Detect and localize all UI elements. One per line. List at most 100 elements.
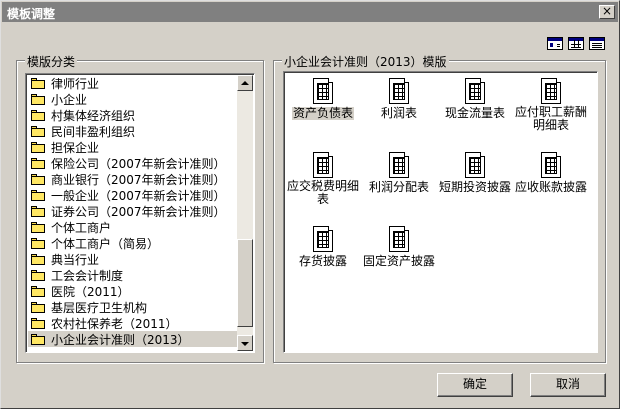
template-item-label: 利润分配表: [368, 180, 429, 194]
large-icons-view-icon[interactable]: [547, 37, 563, 50]
title-bar: 模板调整 ×: [2, 2, 618, 22]
category-item-label: 民间非盈利组织: [51, 124, 136, 139]
view-mode-toolbar: [547, 37, 605, 50]
category-item[interactable]: 个体工商户: [28, 219, 237, 235]
folder-icon: [31, 77, 45, 89]
folder-icon: [31, 301, 45, 313]
scroll-thumb[interactable]: [237, 239, 253, 327]
category-item[interactable]: 农村社保养老（2011）: [28, 315, 237, 331]
category-item[interactable]: 村集体经济组织: [28, 107, 237, 123]
category-item[interactable]: 商业银行（2007年新会计准则）: [28, 171, 237, 187]
folder-icon: [31, 173, 45, 185]
template-item-label: 应收账款披露: [514, 180, 587, 194]
arrow-down-icon: [241, 342, 249, 346]
template-item-label: 利润表: [380, 106, 417, 120]
template-adjust-dialog: 模板调整 × 模版分类 律师行业 小企业 村集体经济组织 民间非盈利组织 担保企业 保险公…: [0, 0, 620, 409]
template-item[interactable]: 利润表: [360, 78, 438, 120]
category-item-label: 担保企业: [51, 140, 100, 155]
category-item[interactable]: 小企业: [28, 91, 237, 107]
template-item[interactable]: 资产负债表: [284, 78, 362, 120]
scroll-up-button[interactable]: [237, 75, 253, 91]
template-item-label: 短期投资披露: [438, 180, 511, 194]
folder-icon: [31, 93, 45, 105]
template-item-label: 现金流量表: [444, 106, 505, 120]
spreadsheet-document-icon: [541, 78, 561, 104]
template-item-label: 固定资产披露: [362, 254, 435, 268]
category-item[interactable]: 民间非盈利组织: [28, 123, 237, 139]
template-item[interactable]: 应交税费明细表: [284, 152, 362, 206]
folder-icon: [31, 221, 45, 233]
close-button[interactable]: ×: [599, 5, 615, 19]
arrow-up-icon: [241, 81, 249, 85]
category-item[interactable]: 典当行业: [28, 251, 237, 267]
category-item-label: 个体工商户: [51, 220, 112, 235]
spreadsheet-document-icon: [313, 78, 333, 104]
spreadsheet-document-icon: [313, 152, 333, 178]
category-item-label: 医院（2011）: [51, 284, 130, 299]
folder-icon: [31, 189, 45, 201]
category-item-label: 工会会计制度: [51, 268, 124, 283]
category-item[interactable]: 保险公司（2007年新会计准则）: [28, 155, 237, 171]
spreadsheet-document-icon: [541, 152, 561, 178]
template-item-label: 应付职工薪酬明细表: [514, 105, 587, 132]
category-item[interactable]: 证券公司（2007年新会计准则）: [28, 203, 237, 219]
template-item[interactable]: 利润分配表: [360, 152, 438, 194]
category-item[interactable]: 担保企业: [28, 139, 237, 155]
category-item[interactable]: 律师行业: [28, 75, 237, 91]
folder-icon: [31, 125, 45, 137]
category-item-label: 基层医疗卫生机构: [51, 300, 148, 315]
category-item[interactable]: 工会会计制度: [28, 267, 237, 283]
folder-icon: [31, 285, 45, 297]
category-item-label: 个体工商户（简易）: [51, 236, 160, 251]
template-item[interactable]: 存货披露: [284, 226, 362, 268]
category-item-label: 商业银行（2007年新会计准则）: [51, 172, 226, 187]
category-item-label: 保险公司（2007年新会计准则）: [51, 156, 226, 171]
small-icons-view-icon[interactable]: [568, 37, 584, 50]
folder-icon: [31, 317, 45, 329]
category-item[interactable]: 小企业会计准则（2013）: [28, 331, 237, 347]
category-item-label: 村集体经济组织: [51, 108, 136, 123]
category-item-label: 律师行业: [51, 76, 100, 91]
details-view-icon[interactable]: [589, 37, 605, 50]
folder-icon: [31, 269, 45, 281]
folder-icon: [31, 205, 45, 217]
category-item-label: 典当行业: [51, 252, 100, 267]
category-item[interactable]: 基层医疗卫生机构: [28, 299, 237, 315]
template-item-label: 应交税费明细表: [286, 179, 359, 206]
template-item[interactable]: 短期投资披露: [436, 152, 514, 194]
template-item[interactable]: 应付职工薪酬明细表: [512, 78, 590, 132]
category-scrollbar[interactable]: [237, 75, 253, 351]
category-item[interactable]: 一般企业（2007年新会计准则）: [28, 187, 237, 203]
folder-icon: [31, 157, 45, 169]
template-item-label: 存货披露: [298, 254, 347, 268]
folder-icon: [31, 109, 45, 121]
spreadsheet-document-icon: [313, 226, 333, 252]
template-item[interactable]: 固定资产披露: [360, 226, 438, 268]
category-item-label: 小企业会计准则（2013）: [51, 332, 190, 347]
spreadsheet-document-icon: [389, 226, 409, 252]
scroll-down-button[interactable]: [237, 335, 253, 351]
template-item[interactable]: 应收账款披露: [512, 152, 590, 194]
category-item[interactable]: 个体工商户（简易）: [28, 235, 237, 251]
category-item[interactable]: 医院（2011）: [28, 283, 237, 299]
window-title: 模板调整: [7, 7, 56, 21]
template-list[interactable]: 资产负债表 利润表 现金流量表 应付职工薪酬明细表应交税费明细表 利润分配表 短期投资披露…: [283, 71, 598, 353]
folder-icon: [31, 253, 45, 265]
ok-button[interactable]: 确定: [437, 373, 513, 397]
spreadsheet-document-icon: [389, 78, 409, 104]
category-item-label: 证券公司（2007年新会计准则）: [51, 204, 226, 219]
category-item-label: 农村社保养老（2011）: [51, 316, 178, 331]
spreadsheet-document-icon: [465, 78, 485, 104]
template-group-label: 小企业会计准则（2013）模版: [282, 53, 449, 70]
category-list[interactable]: 律师行业 小企业 村集体经济组织 民间非盈利组织 担保企业 保险公司（2007年新会计准则…: [25, 73, 255, 353]
folder-icon: [31, 141, 45, 153]
folder-icon: [31, 237, 45, 249]
category-item-label: 一般企业（2007年新会计准则）: [51, 188, 226, 203]
folder-icon: [31, 333, 45, 345]
cancel-button[interactable]: 取消: [530, 373, 606, 397]
spreadsheet-document-icon: [389, 152, 409, 178]
template-item[interactable]: 现金流量表: [436, 78, 514, 120]
category-item-label: 小企业: [51, 92, 88, 107]
spreadsheet-document-icon: [465, 152, 485, 178]
category-group-label: 模版分类: [25, 53, 78, 70]
